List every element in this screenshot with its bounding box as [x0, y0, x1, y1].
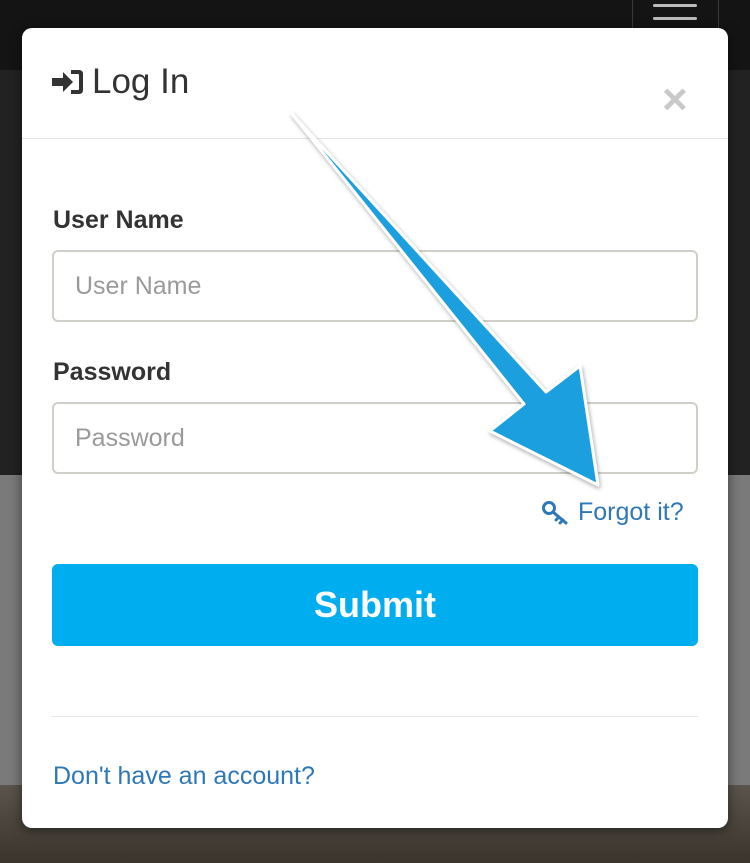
- forgot-password-label: Forgot it?: [578, 498, 684, 526]
- forgot-password-link[interactable]: Forgot it?: [542, 498, 684, 527]
- modal-header: Log In ×: [22, 28, 728, 139]
- username-input[interactable]: [52, 250, 698, 322]
- modal-title: Log In: [92, 62, 190, 101]
- submit-button[interactable]: Submit: [52, 564, 698, 646]
- divider: [52, 716, 698, 717]
- sign-in-icon: [52, 70, 83, 94]
- signup-link[interactable]: Don't have an account?: [53, 762, 315, 791]
- login-modal: Log In × User Name Password Forgot it? S…: [22, 28, 728, 828]
- key-icon: [542, 500, 568, 524]
- close-icon[interactable]: ×: [662, 78, 688, 122]
- password-label: Password: [53, 358, 172, 386]
- username-label: User Name: [53, 206, 184, 234]
- password-input[interactable]: [52, 402, 698, 474]
